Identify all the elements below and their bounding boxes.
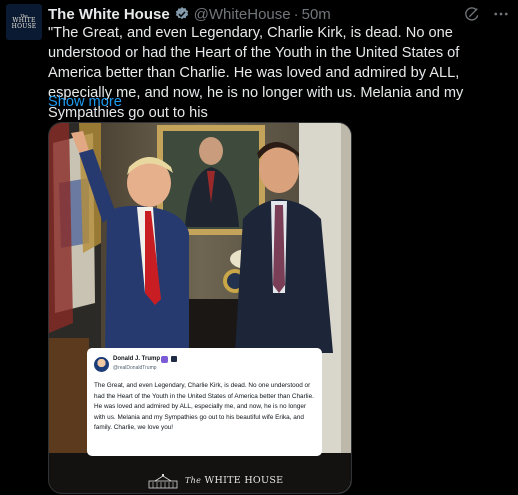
embedded-post-card: Donald J. Trump @realDonaldTrump The Gre… <box>87 348 322 456</box>
grok-icon[interactable] <box>464 6 480 22</box>
white-house-logo-icon <box>148 474 178 489</box>
account-handle[interactable]: @WhiteHouse <box>194 6 291 23</box>
verified-badge-icon[interactable] <box>174 6 190 22</box>
white-house-avatar[interactable]: The WHITE HOUSE <box>6 4 42 40</box>
tweet-header: The White House @WhiteHouse · 50m <box>48 3 510 25</box>
embedded-post-handle: @realDonaldTrump <box>113 365 157 371</box>
tweet-media-image[interactable]: Donald J. Trump @realDonaldTrump The Gre… <box>48 122 352 494</box>
watermark-name: WHITE HOUSE <box>204 475 284 486</box>
account-name[interactable]: The White House <box>48 6 170 23</box>
white-house-watermark: The WHITE HOUSE <box>185 475 283 486</box>
embedded-post-name: Donald J. Trump <box>113 356 161 362</box>
trump-avatar <box>94 357 109 372</box>
more-options-icon[interactable] <box>492 5 510 23</box>
flag-badge-icon <box>171 356 177 362</box>
avatar-line-house: HOUSE <box>11 23 37 30</box>
embedded-post-text: The Great, and even Legendary, Charlie K… <box>94 382 314 431</box>
separator-dot: · <box>293 5 299 23</box>
show-more-link[interactable]: Show more <box>48 94 122 110</box>
verified-badge-icon <box>161 356 168 363</box>
post-time[interactable]: 50m <box>302 6 331 23</box>
watermark-the: The <box>185 476 202 485</box>
